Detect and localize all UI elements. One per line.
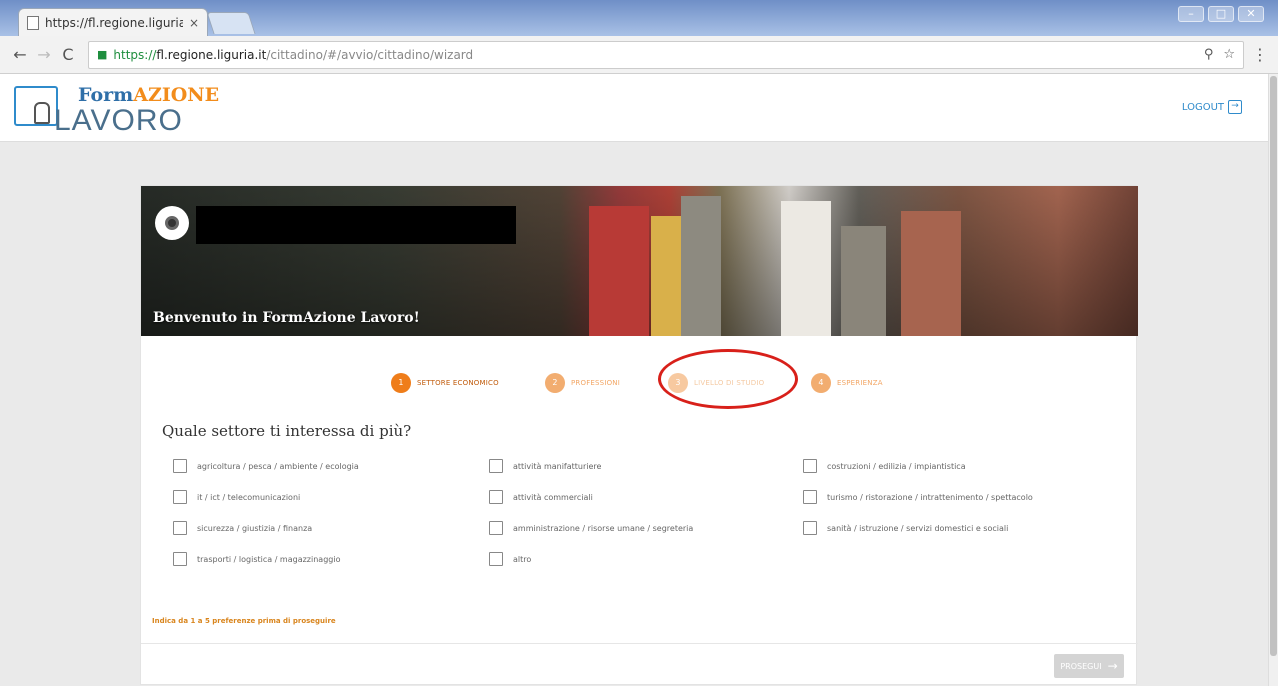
checkbox[interactable] — [173, 521, 187, 535]
option-agricoltura[interactable]: agricoltura / pesca / ambiente / ecologi… — [173, 459, 359, 473]
browser-menu-icon[interactable]: ⋮ — [1250, 45, 1270, 64]
step-settore-economico[interactable]: 1 SETTORE ECONOMICO — [391, 373, 499, 393]
welcome-banner: Benvenuto in FormAzione Lavoro! — [141, 186, 1138, 336]
maximize-window-button[interactable]: □ — [1208, 6, 1234, 22]
page-scrollbar[interactable] — [1268, 74, 1278, 686]
logo-text-azione: AZIONE — [133, 84, 220, 106]
welcome-text: Benvenuto in FormAzione Lavoro! — [153, 310, 420, 326]
url-scheme: https:// — [113, 47, 157, 62]
logout-label: LOGOUT — [1181, 101, 1224, 113]
selection-hint: Indica da 1 a 5 preferenze prima di pros… — [152, 617, 336, 625]
new-tab-button[interactable] — [206, 12, 256, 34]
checkbox[interactable] — [489, 552, 503, 566]
checkbox[interactable] — [489, 490, 503, 504]
logo-text-form: Form — [78, 84, 134, 106]
highlight-annotation — [658, 349, 798, 409]
forward-button[interactable]: → — [32, 45, 56, 64]
browser-toolbar: ← → C ■ https:// fl.regione.liguria.it /… — [0, 36, 1278, 74]
redacted-username — [196, 206, 516, 244]
wizard-card: Benvenuto in FormAzione Lavoro! 1 SETTOR… — [140, 185, 1138, 686]
step-label: ESPERIENZA — [837, 379, 883, 387]
tab-title: https://fl.regione.liguria — [45, 15, 183, 30]
browser-tabbar: https://fl.regione.liguria × – □ ✕ — [0, 0, 1278, 36]
lock-icon: ■ — [97, 48, 108, 61]
banner-building — [901, 211, 961, 336]
option-amministrazione[interactable]: amministrazione / risorse umane / segret… — [489, 521, 693, 535]
address-bar[interactable]: ■ https:// fl.regione.liguria.it /cittad… — [88, 40, 1244, 69]
step-professioni[interactable]: 2 PROFESSIONI — [545, 373, 620, 393]
option-label: agricoltura / pesca / ambiente / ecologi… — [197, 461, 359, 471]
option-label: it / ict / telecomunicazioni — [197, 492, 301, 502]
option-altro[interactable]: altro — [489, 552, 531, 566]
url-host: fl.regione.liguria.it — [156, 47, 267, 62]
option-label: attività commerciali — [513, 492, 593, 502]
option-turismo[interactable]: turismo / ristorazione / intrattenimento… — [803, 490, 1033, 504]
option-manifatturiere[interactable]: attività manifatturiere — [489, 459, 601, 473]
prosegui-button[interactable]: PROSEGUI → — [1054, 654, 1124, 678]
banner-building — [781, 201, 831, 336]
option-label: sicurezza / giustizia / finanza — [197, 523, 313, 533]
step-label: SETTORE ECONOMICO — [417, 379, 499, 387]
checkbox[interactable] — [173, 552, 187, 566]
step-esperienza[interactable]: 4 ESPERIENZA — [811, 373, 883, 393]
window-controls: – □ ✕ — [1178, 6, 1264, 22]
option-label: sanità / istruzione / servizi domestici … — [827, 523, 1009, 533]
option-label: amministrazione / risorse umane / segret… — [513, 523, 694, 533]
step-number: 4 — [811, 373, 831, 393]
question-title: Quale settore ti interessa di più? — [162, 422, 412, 440]
page-icon — [27, 15, 39, 30]
back-button[interactable]: ← — [8, 45, 32, 64]
banner-building — [681, 196, 721, 336]
banner-building — [841, 226, 886, 336]
close-tab-icon[interactable]: × — [189, 16, 199, 30]
checkbox[interactable] — [803, 459, 817, 473]
site-header: FormAZIONE LAVORO LOGOUT → — [0, 74, 1268, 142]
logo-text-lavoro: LAVORO — [54, 104, 183, 137]
option-sanita[interactable]: sanità / istruzione / servizi domestici … — [803, 521, 1008, 535]
prosegui-label: PROSEGUI — [1060, 661, 1102, 671]
option-label: attività manifatturiere — [513, 461, 602, 471]
scrollbar-thumb[interactable] — [1270, 76, 1277, 656]
option-sicurezza[interactable]: sicurezza / giustizia / finanza — [173, 521, 312, 535]
checkbox[interactable] — [803, 490, 817, 504]
arrow-right-icon: → — [1107, 659, 1118, 673]
bookmark-star-icon[interactable]: ☆ — [1223, 47, 1235, 62]
option-commerciali[interactable]: attività commerciali — [489, 490, 593, 504]
option-ict[interactable]: it / ict / telecomunicazioni — [173, 490, 300, 504]
option-label: turismo / ristorazione / intrattenimento… — [827, 492, 1033, 502]
url-path: /cittadino/#/avvio/cittadino/wizard — [266, 47, 474, 62]
minimize-window-button[interactable]: – — [1178, 6, 1204, 22]
close-window-button[interactable]: ✕ — [1238, 6, 1264, 22]
user-avatar[interactable] — [155, 206, 189, 240]
reload-button[interactable]: C — [56, 45, 80, 64]
checkbox[interactable] — [173, 459, 187, 473]
checkbox[interactable] — [489, 459, 503, 473]
option-trasporti[interactable]: trasporti / logistica / magazzinaggio — [173, 552, 340, 566]
zoom-icon[interactable]: ⚲ — [1204, 47, 1214, 62]
logo-hand-icon — [14, 86, 58, 126]
wizard-steps: 1 SETTORE ECONOMICO 2 PROFESSIONI 3 LIVE… — [141, 373, 1138, 393]
user-icon — [165, 216, 179, 230]
step-number: 2 — [545, 373, 565, 393]
site-logo[interactable]: FormAZIONE LAVORO — [14, 80, 234, 137]
option-costruzioni[interactable]: costruzioni / edilizia / impiantistica — [803, 459, 966, 473]
option-label: costruzioni / edilizia / impiantistica — [827, 461, 966, 471]
browser-tab[interactable]: https://fl.regione.liguria × — [18, 8, 208, 36]
wizard-footer: PROSEGUI → — [141, 643, 1138, 686]
checkbox[interactable] — [803, 521, 817, 535]
option-label: trasporti / logistica / magazzinaggio — [197, 554, 341, 564]
logout-button[interactable]: LOGOUT → — [1182, 100, 1242, 114]
checkbox[interactable] — [489, 521, 503, 535]
step-number: 1 — [391, 373, 411, 393]
logout-icon: → — [1228, 100, 1242, 114]
banner-building — [651, 216, 681, 336]
banner-building — [589, 206, 649, 336]
option-label: altro — [513, 554, 532, 564]
step-label: PROFESSIONI — [571, 379, 621, 387]
checkbox[interactable] — [173, 490, 187, 504]
